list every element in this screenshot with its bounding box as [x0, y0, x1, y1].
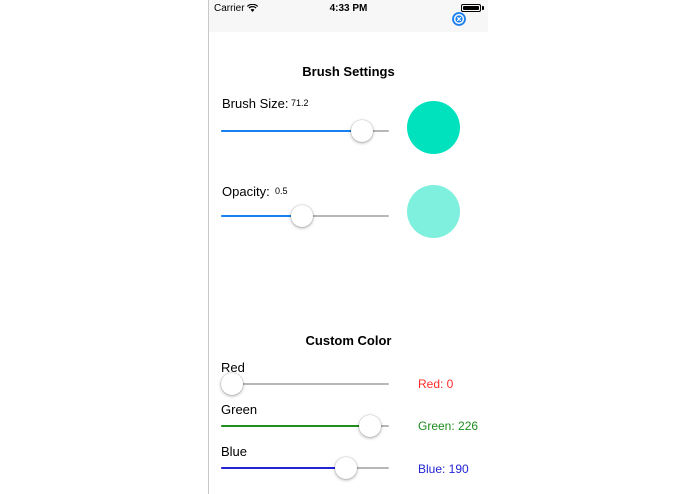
brush-size-preview: [407, 101, 460, 154]
close-button[interactable]: [452, 12, 466, 26]
opacity-value: 0.5: [275, 186, 288, 196]
battery-tip: [482, 6, 484, 10]
opacity-label: Opacity:: [222, 184, 270, 199]
battery-icon: [461, 4, 481, 12]
green-slider[interactable]: [221, 414, 389, 438]
clock: 4:33 PM: [329, 3, 368, 14]
slider-thumb[interactable]: [335, 457, 358, 479]
slider-thumb[interactable]: [290, 205, 313, 227]
opacity-slider[interactable]: [221, 204, 389, 228]
slider-thumb[interactable]: [358, 415, 381, 437]
brush-size-label: Brush Size:: [222, 96, 289, 111]
custom-color-title: Custom Color: [305, 333, 392, 348]
red-slider[interactable]: [221, 372, 389, 396]
slider-fill: [221, 467, 347, 469]
slider-fill: [221, 130, 363, 132]
red-value: Red: 0: [418, 377, 454, 391]
blue-value: Blue: 190: [418, 462, 469, 476]
phone-screen: Carrier 4:33 PM Brush Settings Brush Siz…: [208, 0, 488, 494]
opacity-preview: [407, 185, 460, 238]
slider-thumb[interactable]: [351, 120, 374, 142]
brush-size-value: 71.2: [291, 98, 309, 108]
blue-slider[interactable]: [221, 456, 389, 480]
slider-track: [221, 383, 389, 385]
brush-settings-title: Brush Settings: [302, 64, 395, 79]
slider-thumb[interactable]: [221, 373, 243, 395]
status-bar: Carrier 4:33 PM: [209, 0, 488, 32]
brush-size-slider[interactable]: [221, 119, 389, 143]
slider-fill: [221, 425, 370, 427]
slider-fill: [221, 215, 302, 217]
green-value: Green: 226: [418, 419, 479, 433]
